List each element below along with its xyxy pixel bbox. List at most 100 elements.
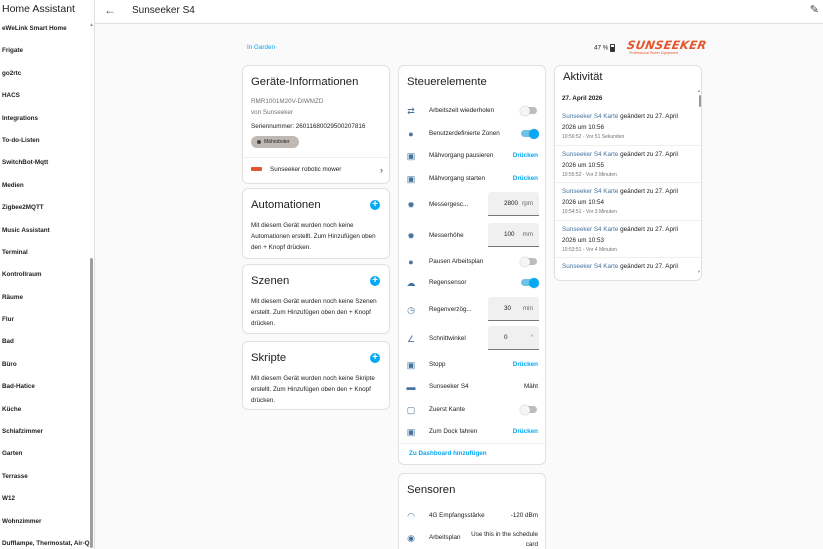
- sidebar-item[interactable]: To-do-Listen: [2, 130, 90, 152]
- sidebar-item[interactable]: Bad-Hatice: [2, 376, 90, 398]
- sensor-label: Arbeitsplan: [429, 534, 461, 541]
- sidebar-item[interactable]: Räume: [2, 287, 90, 309]
- press-button[interactable]: Drücken: [513, 361, 538, 368]
- control-label: Messerhöhe: [429, 232, 464, 239]
- scenes-card: Szenen + Mit diesem Gerät wurden noch ke…: [242, 264, 390, 334]
- eye-icon: ◉: [407, 533, 415, 543]
- sidebar-item[interactable]: HACS: [2, 85, 90, 107]
- chip-label: Mähroboter: [264, 139, 290, 145]
- control-row: ● Pausen Arbeitsplan: [399, 254, 547, 270]
- control-row: ◷ Regenverzög... 30 min: [399, 297, 547, 321]
- activity-text: 2026 um 10:53: [562, 236, 605, 244]
- press-button[interactable]: Drücken: [513, 152, 538, 159]
- sidebar-item[interactable]: Frigate: [2, 40, 90, 62]
- sidebar-item[interactable]: Küche: [2, 399, 90, 421]
- control-label: Regensensor: [429, 279, 467, 286]
- sidebar-item[interactable]: Schlafzimmer: [2, 421, 90, 443]
- add-scene-button[interactable]: +: [370, 276, 380, 286]
- control-label: Mähvorgang starten: [429, 175, 486, 182]
- sensor-value: -120 dBm: [510, 512, 538, 519]
- sidebar-item[interactable]: Garten: [2, 443, 90, 465]
- add-script-button[interactable]: +: [370, 353, 380, 363]
- divider: [555, 257, 701, 258]
- battery-level: 47 %: [594, 44, 609, 52]
- controls-card: Steuerelemente ⇄ Arbeitszeit wiederholen ●…: [398, 65, 546, 465]
- number-input[interactable]: 100 mm: [488, 223, 539, 247]
- pencil-icon[interactable]: ✎: [810, 3, 819, 16]
- control-row: ⇄ Arbeitszeit wiederholen: [399, 103, 547, 119]
- card-description: Mit diesem Gerät wurden noch keine Autom…: [251, 222, 376, 251]
- toggle-switch[interactable]: [521, 128, 539, 139]
- sidebar-item[interactable]: Music Assistant: [2, 220, 90, 242]
- press-button[interactable]: Drücken: [513, 428, 538, 435]
- area-link[interactable]: In Garden: [247, 44, 275, 51]
- sidebar-item[interactable]: W12: [2, 488, 90, 510]
- entity-link[interactable]: Sunseeker S4 Karte: [562, 188, 618, 195]
- control-label: Messergesc...: [429, 201, 469, 208]
- add-to-dashboard-button[interactable]: Zu Dashboard hinzufügen: [409, 450, 487, 457]
- entity-link[interactable]: Sunseeker S4 Karte: [562, 113, 618, 120]
- zones-icon: ●: [408, 129, 414, 139]
- divider: [399, 443, 545, 444]
- cog-icon: ✹: [407, 200, 415, 210]
- device-serial: Seriennummer: 26011680029500207816: [251, 123, 366, 130]
- add-automation-button[interactable]: +: [370, 200, 380, 210]
- sidebar-item[interactable]: Medien: [2, 175, 90, 197]
- number-input[interactable]: 0 °: [488, 326, 539, 350]
- activity-scrollbar[interactable]: [699, 95, 701, 107]
- sidebar: Home Assistant ▲ eWeLink Smart Home Friga…: [0, 0, 95, 549]
- control-row: ▣ Mähvorgang pausieren Drücken: [399, 148, 547, 164]
- scripts-card: Skripte + Mit diesem Gerät wurden noch k…: [242, 341, 390, 410]
- dock-icon: ▣: [406, 427, 416, 437]
- integration-link[interactable]: Sunseeker robotic mower ›: [251, 164, 383, 176]
- control-row: ▣ Mähvorgang starten Drücken: [399, 171, 547, 187]
- control-label: Arbeitszeit wiederholen: [429, 107, 495, 114]
- sensor-value: Use this in the schedule card: [471, 531, 538, 548]
- entity-link[interactable]: Sunseeker S4 Karte: [562, 151, 618, 158]
- sensor-row[interactable]: ◠ 4G Empfangsstärke -120 dBm: [399, 508, 547, 524]
- activity-entry: Sunseeker S4 Karte geändert zu 27. April…: [562, 187, 690, 215]
- toggle-switch[interactable]: [520, 404, 537, 415]
- pause-schedule-icon: ●: [408, 257, 414, 267]
- device-type-chip[interactable]: Mähroboter: [251, 136, 299, 148]
- entity-link[interactable]: Sunseeker S4 Karte: [562, 263, 618, 270]
- border-icon: ▢: [406, 405, 416, 415]
- sidebar-scrollbar[interactable]: [90, 258, 93, 548]
- sidebar-item[interactable]: SwitchBot-Mqtt: [2, 152, 90, 174]
- sidebar-item[interactable]: eWeLink Smart Home: [2, 18, 90, 40]
- sidebar-item[interactable]: Bad: [2, 331, 90, 353]
- toggle-switch[interactable]: [521, 277, 539, 288]
- control-label: Mähvorgang pausieren: [429, 152, 494, 159]
- card-title: Geräte-Informationen: [251, 76, 359, 88]
- sidebar-item[interactable]: Integrations: [2, 108, 90, 130]
- sensor-row[interactable]: ◉ Arbeitsplan Use this in the schedule car…: [399, 530, 547, 548]
- scroll-down-icon[interactable]: ▼: [697, 269, 701, 274]
- sidebar-item[interactable]: Zigbee2MQTT: [2, 197, 90, 219]
- sidebar-item[interactable]: Kontrollraum: [2, 264, 90, 286]
- activity-text: geändert zu 27. April: [618, 151, 678, 158]
- sidebar-item[interactable]: Büro: [2, 354, 90, 376]
- toggle-switch[interactable]: [520, 256, 537, 267]
- battery-status: 47 %: [594, 44, 616, 52]
- sidebar-item[interactable]: Flur: [2, 309, 90, 331]
- sidebar-item[interactable]: Terrasse: [2, 466, 90, 488]
- sidebar-item[interactable]: go2rtc: [2, 63, 90, 85]
- press-button[interactable]: Drücken: [513, 175, 538, 182]
- number-input[interactable]: 30 min: [488, 297, 539, 321]
- sidebar-item[interactable]: Terminal: [2, 242, 90, 264]
- control-row: ▣ Stopp Drücken: [399, 357, 547, 373]
- scroll-up-icon[interactable]: ▲: [697, 88, 701, 93]
- device-info-card: Geräte-Informationen RMR1001M20V-DIWMZD …: [242, 65, 390, 184]
- back-arrow-icon[interactable]: ←: [104, 3, 116, 17]
- sidebar-item[interactable]: Dufflampe, Thermostat, Air-Q: [2, 533, 90, 549]
- activity-entry: Sunseeker S4 Karte geändert zu 27. April…: [562, 112, 690, 140]
- toggle-switch[interactable]: [520, 105, 537, 116]
- activity-text: geändert zu 27. April: [618, 226, 678, 233]
- integration-label: Sunseeker robotic mower: [270, 166, 342, 173]
- sidebar-item[interactable]: Wohnzimmer: [2, 511, 90, 533]
- control-label: Schnittwinkel: [429, 335, 466, 342]
- number-input[interactable]: 2800 rpm: [488, 192, 539, 216]
- rain-icon: ☁: [406, 278, 416, 288]
- entity-link[interactable]: Sunseeker S4 Karte: [562, 226, 618, 233]
- card-title: Aktivität: [563, 71, 603, 83]
